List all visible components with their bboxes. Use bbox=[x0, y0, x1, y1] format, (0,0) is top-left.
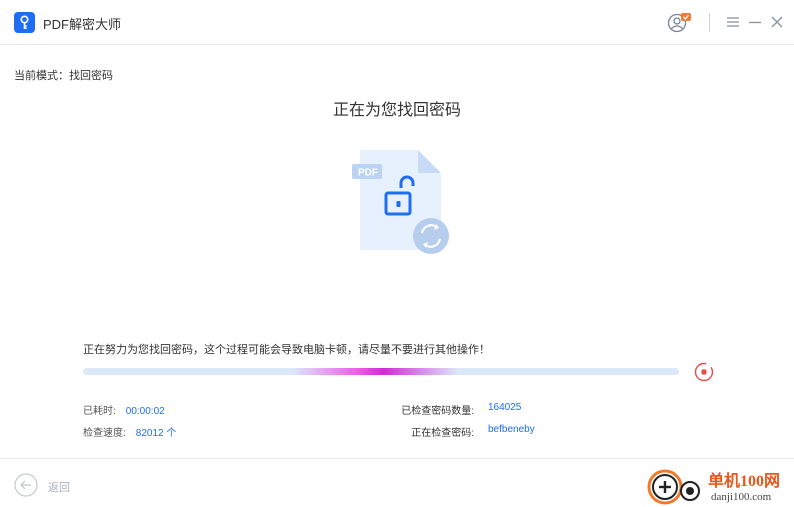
back-arrow-icon[interactable] bbox=[14, 473, 38, 497]
progress-message: 正在努力为您找回密码，这个过程可能会导致电脑卡顿，请尽量不要进行其他操作！ bbox=[83, 344, 490, 356]
watermark-logo-icon bbox=[645, 465, 705, 507]
progress-bar bbox=[83, 368, 679, 375]
checked-count-label: 已检查密码数量: bbox=[401, 406, 474, 417]
watermark-url: danji100.com bbox=[711, 491, 772, 503]
page-title: 正在为您找回密码 bbox=[332, 102, 461, 119]
check-speed: 检查速度: 82012 个 bbox=[83, 424, 176, 439]
watermark: 单机100网 danji100.com bbox=[645, 465, 794, 507]
app-title: PDF解密大师 bbox=[43, 17, 122, 32]
back-button[interactable]: 返回 bbox=[48, 479, 70, 495]
check-speed-value: 82012 个 bbox=[135, 428, 177, 439]
pdf-file-illustration: PDF bbox=[350, 148, 452, 256]
menu-icon[interactable] bbox=[724, 13, 742, 31]
current-password-value: befbeneby bbox=[488, 424, 535, 435]
minimize-icon[interactable] bbox=[746, 13, 764, 31]
refresh-icon bbox=[413, 218, 449, 254]
close-icon[interactable] bbox=[768, 13, 786, 31]
checked-count-value: 164025 bbox=[488, 402, 522, 413]
footer-bar: 返回 单机100网 danji100.com bbox=[0, 458, 794, 507]
current-password-label: 正在检查密码: bbox=[411, 428, 474, 439]
user-icon[interactable] bbox=[667, 12, 691, 34]
stop-icon[interactable] bbox=[694, 362, 714, 382]
watermark-name: 单机100网 bbox=[708, 473, 781, 490]
title-bar-divider bbox=[709, 13, 710, 32]
progress-indicator bbox=[291, 368, 459, 375]
current-mode-label: 当前模式：找回密码 bbox=[14, 70, 113, 82]
elapsed-time-value: 00:00:02 bbox=[125, 406, 165, 417]
title-bar: PDF解密大师 bbox=[0, 0, 794, 45]
pdf-badge-text: PDF bbox=[358, 168, 378, 179]
key-logo-icon bbox=[14, 12, 35, 33]
check-speed-label: 检查速度: bbox=[83, 428, 126, 439]
elapsed-time-label: 已耗时: bbox=[83, 406, 116, 417]
elapsed-time: 已耗时: 00:00:02 bbox=[83, 402, 165, 417]
